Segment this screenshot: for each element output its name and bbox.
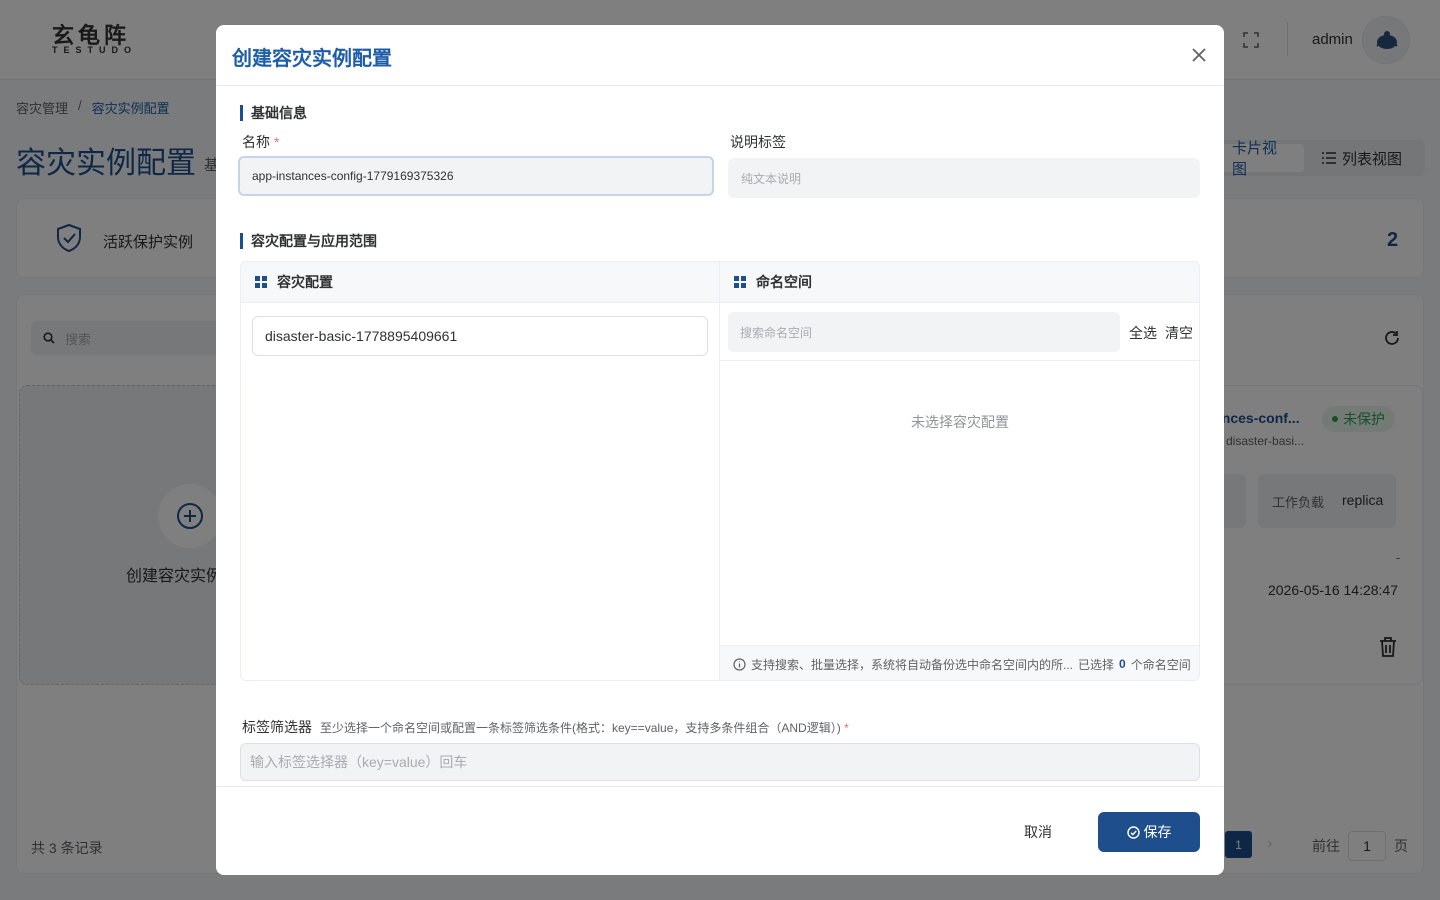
section-basic-info: 基础信息 <box>240 105 307 121</box>
name-label-text: 名称 <box>242 134 270 150</box>
config-column-title: 容灾配置 <box>277 274 333 290</box>
selected-count: 0 <box>1119 657 1126 671</box>
label-filter-required-mark: * <box>844 721 849 735</box>
namespace-empty-text: 未选择容灾配置 <box>911 414 1009 430</box>
namespace-hint: 支持搜索、批量选择，系统将自动备份选中命名空间内的所... <box>751 657 1074 672</box>
grid-icon <box>255 276 267 288</box>
desc-input[interactable]: 纯文本说明 <box>728 158 1200 198</box>
namespace-footer: 支持搜索、批量选择，系统将自动备份选中命名空间内的所... 已选择 0 个命名空… <box>720 645 1199 680</box>
clear-button[interactable]: 清空 <box>1165 323 1193 343</box>
name-label: 名称 * <box>242 132 279 152</box>
info-icon <box>733 657 746 671</box>
select-all-button[interactable]: 全选 <box>1129 323 1157 343</box>
section-scope: 容灾配置与应用范围 <box>240 233 377 249</box>
namespace-search-input[interactable]: 搜索命名空间 <box>728 312 1120 352</box>
grid-icon <box>734 276 746 288</box>
label-filter-title: 标签筛选器 <box>242 719 312 735</box>
check-circle-icon <box>1126 825 1140 839</box>
scope-selector: 容灾配置 命名空间 disaster-basic-1778895409661 搜… <box>240 261 1200 681</box>
create-instance-config-dialog: 创建容灾实例配置 基础信息 名称 * app-instances-config-… <box>216 25 1224 875</box>
close-icon[interactable] <box>1190 46 1208 64</box>
save-button[interactable]: 保存 <box>1098 812 1200 852</box>
namespace-list-divider <box>720 360 1199 361</box>
save-label: 保存 <box>1143 824 1172 840</box>
name-input[interactable]: app-instances-config-1779169375326 <box>238 156 714 196</box>
config-column-header: 容灾配置 <box>241 262 719 303</box>
desc-label: 说明标签 <box>730 134 786 150</box>
dialog-footer: 取消 保存 <box>216 786 1224 875</box>
namespace-column-header: 命名空间 <box>720 262 1199 303</box>
column-divider <box>719 262 720 680</box>
required-mark: * <box>273 134 280 150</box>
config-option[interactable]: disaster-basic-1778895409661 <box>252 316 708 356</box>
dialog-header: 创建容灾实例配置 <box>216 25 1224 86</box>
label-filter-hint: 至少选择一个命名空间或配置一条标签筛选条件(格式：key==value，支持多条… <box>320 719 849 736</box>
label-selector-input[interactable]: 输入标签选择器（key=value）回车 <box>240 743 1200 781</box>
dialog-title: 创建容灾实例配置 <box>232 48 392 70</box>
label-filter-hint-text: 至少选择一个命名空间或配置一条标签筛选条件(格式：key==value，支持多条… <box>320 721 841 735</box>
namespace-column-title: 命名空间 <box>756 274 812 290</box>
selected-suffix: 个命名空间 <box>1130 657 1191 672</box>
selected-prefix: 已选择 <box>1078 657 1115 672</box>
cancel-button[interactable]: 取消 <box>1024 822 1052 842</box>
